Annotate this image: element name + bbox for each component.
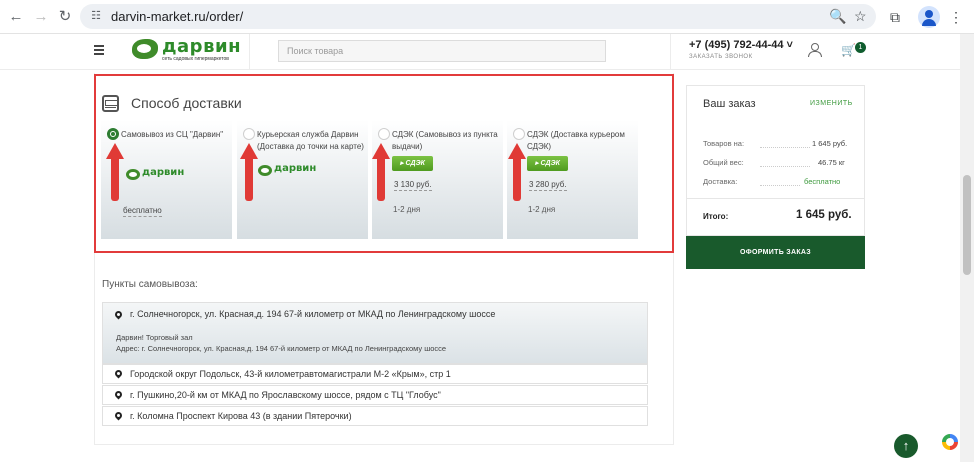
- reload-icon[interactable]: ↻: [55, 7, 75, 27]
- browser-toolbar: ← → ↻ ☷ darvin-market.ru/order/ 🔍 ☆ ⧉ ⋮: [0, 0, 974, 34]
- map-pin-icon: [115, 370, 122, 379]
- menu-kebab-icon[interactable]: ⋮: [946, 7, 966, 27]
- pickup-address: г. Коломна Проспект Кирова 43 (в здании …: [130, 411, 352, 421]
- weight-label: Общий вес:: [703, 158, 744, 167]
- delivery-option-sdek-courier[interactable]: СДЭК (Доставка курьером СДЭК) ▸ СДЭК 3 2…: [507, 120, 638, 239]
- logo-mark-icon: [132, 39, 158, 59]
- pickup-item[interactable]: Городской округ Подольск, 43-й километра…: [102, 364, 648, 384]
- map-pin-icon: [115, 412, 122, 421]
- header-divider: [249, 34, 250, 70]
- option-days: 1-2 дня: [393, 205, 421, 214]
- total-label: Итого:: [703, 212, 729, 221]
- checkout-button[interactable]: ОФОРМИТЬ ЗАКАЗ: [686, 236, 865, 269]
- pickup-address: г. Пушкино,20-й км от МКАД по Ярославско…: [130, 390, 441, 400]
- pickup-address: Городской округ Подольск, 43-й километра…: [130, 369, 451, 379]
- annotation-arrow-icon: [508, 143, 526, 203]
- user-icon[interactable]: [808, 43, 822, 57]
- annotation-arrow-icon: [372, 143, 390, 203]
- cart-count-badge: 1: [855, 42, 866, 53]
- cart-icon[interactable]: 🛒: [841, 43, 856, 57]
- pickup-item[interactable]: г. Коломна Проспект Кирова 43 (в здании …: [102, 406, 648, 426]
- change-order-link[interactable]: ИЗМЕНИТЬ: [810, 100, 853, 107]
- total-value: 1 645 руб.: [796, 209, 852, 221]
- radio-unselected[interactable]: [378, 128, 390, 140]
- bus-icon: [102, 95, 119, 112]
- delivery-section-title: Способ доставки: [131, 95, 242, 111]
- annotation-arrow-icon: [240, 143, 258, 203]
- site-header: дарвин сеть садовых гипермаркетов Поиск …: [0, 34, 960, 70]
- delivery-option-sdek-pickup[interactable]: СДЭК (Самовывоз из пункта выдачи) ▸ СДЭК…: [372, 120, 503, 239]
- scrollbar-thumb[interactable]: [963, 175, 971, 275]
- pickup-item[interactable]: г. Пушкино,20-й км от МКАД по Ярославско…: [102, 385, 648, 405]
- logo-word: дарвин: [162, 36, 242, 57]
- radio-unselected[interactable]: [243, 128, 255, 140]
- option-days: 1-2 дня: [528, 205, 556, 214]
- assistant-icon[interactable]: [942, 434, 958, 450]
- bookmark-star-icon[interactable]: ☆: [854, 8, 867, 25]
- map-pin-icon: [115, 311, 122, 320]
- header-divider: [670, 34, 671, 70]
- items-total-value: 1 645 руб.: [812, 139, 848, 148]
- profile-avatar-icon[interactable]: [918, 6, 940, 28]
- sdek-logo-badge: ▸ СДЭК: [392, 156, 433, 171]
- items-total-label: Товаров на:: [703, 139, 745, 148]
- site-logo[interactable]: дарвин сеть садовых гипермаркетов: [132, 36, 242, 65]
- delivery-cost-value: бесплатно: [804, 177, 841, 186]
- option-price: 3 130 руб.: [394, 180, 432, 191]
- annotation-arrow-icon: [106, 143, 124, 203]
- option-price: бесплатно: [123, 206, 162, 217]
- address-bar[interactable]: ☷ darvin-market.ru/order/ 🔍 ☆: [80, 4, 876, 29]
- weight-value: 46.75 кг: [818, 158, 845, 167]
- sdek-logo-badge: ▸ СДЭК: [527, 156, 568, 171]
- back-arrow-icon[interactable]: ←: [6, 7, 26, 27]
- order-divider: [687, 198, 864, 199]
- dotted-leader: [760, 147, 810, 148]
- phone-number[interactable]: +7 (495) 792-44-44 ˅: [689, 39, 793, 51]
- option-title: СДЭК (Доставка курьером СДЭК): [527, 130, 625, 151]
- search-input[interactable]: Поиск товара: [278, 40, 606, 62]
- search-placeholder: Поиск товара: [287, 46, 344, 56]
- option-title: Самовывоз из СЦ "Дарвин": [121, 130, 224, 139]
- darvin-logo-icon: дарвин: [126, 167, 198, 185]
- callback-link[interactable]: ЗАКАЗАТЬ ЗВОНОК: [689, 54, 753, 60]
- pickup-store-name: Дарвин! Торговый зал: [116, 333, 193, 342]
- pickup-full-address: Адрес: г. Солнечногорск, ул. Красная,д. …: [116, 344, 447, 353]
- radio-unselected[interactable]: [513, 128, 525, 140]
- menu-burger-icon[interactable]: [94, 45, 104, 55]
- option-title: СДЭК (Самовывоз из пункта выдачи): [392, 130, 498, 151]
- order-summary-title: Ваш заказ: [703, 98, 756, 110]
- url-text[interactable]: darvin-market.ru/order/: [111, 9, 243, 24]
- map-pin-icon: [115, 391, 122, 400]
- dotted-leader: [760, 185, 800, 186]
- darvin-logo-icon: дарвин: [258, 163, 330, 181]
- delivery-cost-label: Доставка:: [703, 177, 738, 186]
- pickup-list-title: Пункты самовывоза:: [102, 279, 198, 290]
- forward-arrow-icon[interactable]: →: [31, 7, 51, 27]
- option-title: Курьерская служба Дарвин (Доставка до то…: [257, 130, 364, 151]
- option-price: 3 280 руб.: [529, 180, 567, 191]
- logo-tagline: сеть садовых гипермаркетов: [162, 56, 229, 62]
- extensions-icon[interactable]: ⧉: [885, 7, 905, 27]
- site-info-icon[interactable]: ☷: [89, 9, 103, 23]
- radio-selected[interactable]: [107, 128, 119, 140]
- zoom-icon[interactable]: 🔍: [829, 8, 846, 25]
- pickup-address: г. Солнечногорск, ул. Красная,д. 194 67-…: [130, 309, 496, 319]
- dotted-leader: [760, 166, 810, 167]
- pickup-item-active[interactable]: г. Солнечногорск, ул. Красная,д. 194 67-…: [102, 302, 648, 364]
- scroll-to-top-icon[interactable]: ↑: [894, 434, 918, 458]
